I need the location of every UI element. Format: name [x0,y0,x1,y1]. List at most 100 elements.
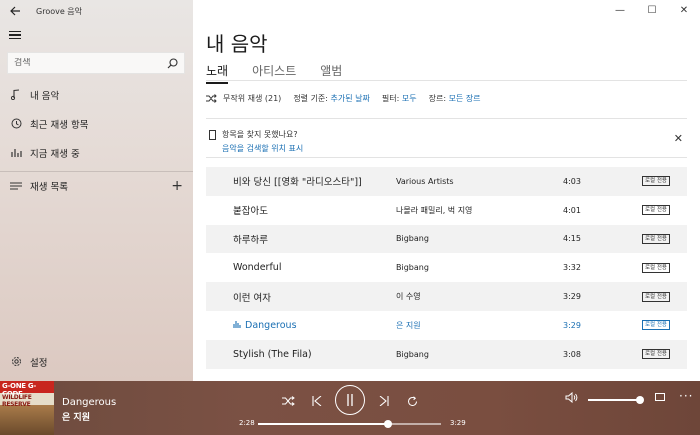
song-title-wrap: Dangerous [233,320,297,331]
genre-control[interactable]: 장르: 모든 장르 [429,93,481,104]
repeat-icon [407,395,417,406]
back-arrow-icon [9,6,20,16]
search-box [7,52,185,74]
maximize-button[interactable]: ☐ [636,0,668,20]
sidebar-item-now-playing[interactable]: 지금 재생 중 [0,138,193,167]
sidebar-item-my-music[interactable]: 내 음악 [0,80,193,109]
back-button[interactable] [8,4,22,18]
song-title: 하루하루 [233,234,268,246]
clock-icon [9,118,23,129]
minimize-button[interactable]: — [604,0,636,20]
song-artist: 나몰라 패밀리, 벅 지영 [396,205,473,215]
local-only-badge: 로컬 전용 [642,349,670,360]
shuffle-all-button[interactable]: 무작위 재생 (21) [206,93,281,104]
song-artist: 은 지원 [396,320,421,330]
playlist-icon [9,181,23,191]
notice-title-row: 항목을 찾지 못했나요? [209,129,298,140]
sidebar-item-settings[interactable]: 설정 [0,347,193,376]
search-icon[interactable] [167,57,178,69]
sidebar-item-label: 지금 재생 중 [30,148,80,160]
next-button[interactable] [374,391,394,411]
song-row[interactable]: 비와 당신 [[영화 "라디오스타"]] Various Artists 4:0… [206,167,687,196]
song-title: 붙잡아도 [233,206,268,218]
show-music-locations-link[interactable]: 음악을 검색할 위치 표시 [222,143,303,154]
music-note-icon [9,89,23,100]
seek-slider[interactable] [258,420,441,428]
missing-music-notice: 항목을 찾지 못했나요? 음악을 검색할 위치 표시 ✕ [206,118,687,158]
bar-chart-icon [9,147,23,158]
album-art[interactable]: G-ONE G-CODE WILDLIFE RESERVE [0,381,54,435]
volume-icon[interactable] [565,391,578,406]
song-row[interactable]: 이런 여자 이 수영 3:29 로컬 전용 [206,282,687,311]
song-title: Wonderful [233,262,282,274]
song-title: 이런 여자 [233,292,271,304]
close-icon[interactable]: ✕ [674,132,683,145]
app-title: Groove 음악 [36,6,83,16]
title-bar: Groove 음악 [0,0,193,22]
song-row[interactable]: Stylish (The Fila) Bigbang 3:08 로컬 전용 [206,339,687,369]
total-time: 3:29 [450,419,466,427]
now-playing-artist[interactable]: 은 지원 [62,410,90,423]
shuffle-icon [281,396,295,406]
song-artist: Bigbang [396,349,429,359]
song-title: Dangerous [245,319,297,331]
equalizer-icon [233,320,241,328]
seek-thumb[interactable] [383,420,392,428]
local-only-badge: 로컬 전용 [642,205,670,216]
add-playlist-icon[interactable]: + [171,178,183,194]
song-duration: 3:08 [563,349,581,359]
song-list: 비와 당신 [[영화 "라디오스타"]] Various Artists 4:0… [206,167,687,369]
device-icon [209,129,216,140]
song-row-playing[interactable]: Dangerous 은 지원 3:29 로컬 전용 [206,311,687,340]
current-time: 2:28 [239,419,255,427]
filter-control[interactable]: 필터: 모두 [382,93,417,104]
repeat-button[interactable] [402,391,422,411]
genre-label: 장르: [428,94,447,103]
next-icon [379,396,389,406]
song-title: Stylish (The Fila) [233,348,312,360]
song-artist: Bigbang [396,234,429,244]
album-art-subtext: WILDLIFE RESERVE [2,394,32,408]
volume-level [588,399,640,401]
song-title: 비와 당신 [[영화 "라디오스타"]] [233,177,362,189]
filter-value: 모두 [401,94,417,103]
shuffle-button[interactable] [278,391,298,411]
hamburger-menu-icon[interactable] [9,28,23,42]
volume-thumb[interactable] [636,396,644,404]
sidebar-item-label: 재생 목록 [30,182,68,193]
sidebar-item-label: 최근 재생 항목 [30,119,89,131]
sidebar-item-playlists[interactable]: 재생 목록 + [0,171,193,200]
local-only-badge: 로컬 전용 [642,233,670,244]
sidebar-item-label: 내 음악 [30,90,60,102]
search-input[interactable] [14,58,167,68]
sort-value: 추가된 날짜 [330,94,370,103]
window-controls: — ☐ ✕ [604,0,700,20]
pause-button[interactable] [335,385,365,415]
local-only-badge: 로컬 전용 [642,176,670,187]
sort-control[interactable]: 정렬 기준: 추가된 날짜 [293,93,370,104]
more-options-icon[interactable]: ··· [679,389,693,403]
song-row[interactable]: Wonderful Bigbang 3:32 로컬 전용 [206,253,687,282]
shuffle-icon [206,94,217,103]
filter-bar: 무작위 재생 (21) 정렬 기준: 추가된 날짜 필터: 모두 장르: 모든 … [206,93,481,104]
now-playing-title[interactable]: Dangerous [62,397,116,408]
mini-view-icon[interactable] [655,393,665,401]
settings-label: 설정 [30,357,48,369]
song-duration: 3:32 [563,263,581,273]
previous-button[interactable] [307,391,327,411]
song-duration: 3:29 [563,320,581,330]
local-only-badge: 로컬 전용 [642,320,670,331]
tabs-divider [206,80,687,81]
sidebar-nav: 내 음악 최근 재생 항목 지금 재생 중 재생 목록 + [0,80,193,200]
song-row[interactable]: 하루하루 Bigbang 4:15 로컬 전용 [206,224,687,254]
volume-slider[interactable] [588,396,644,404]
settings-area: 설정 [0,347,193,376]
song-duration: 4:15 [563,234,581,244]
song-row[interactable]: 붙잡아도 나몰라 패밀리, 벅 지영 4:01 로컬 전용 [206,196,687,225]
filter-label: 필터: [381,94,400,103]
sidebar-item-recent[interactable]: 최근 재생 항목 [0,109,193,138]
song-artist: Bigbang [396,263,429,273]
notice-title: 항목을 찾지 못했나요? [222,130,298,139]
close-button[interactable]: ✕ [668,0,700,20]
main-content: — ☐ ✕ 내 음악 노래 아티스트 앨범 무작위 재생 (21) 정렬 기준:… [193,0,700,381]
